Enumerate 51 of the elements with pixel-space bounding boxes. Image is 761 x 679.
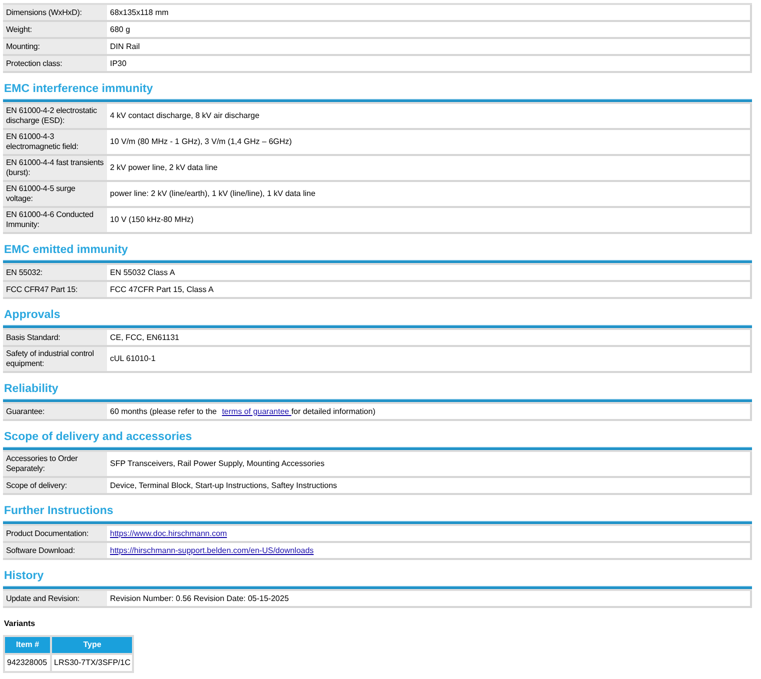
spec-value: 10 V (150 kHz-80 MHz) [110, 215, 194, 225]
spec-value: CE, FCC, EN61131 [110, 332, 180, 342]
spec-label: EN 61000-4-5 surge voltage: [3, 182, 107, 206]
spec-label: Product Documentation: [3, 526, 107, 541]
spec-label: Weight: [3, 22, 107, 37]
section-heading: EMC interference immunity [3, 82, 154, 96]
spec-label: EN 61000-4-3 electromagnetic field: [3, 130, 107, 154]
spec-label: Update and Revision: [3, 591, 107, 606]
spec-value: 68x135x118 mm [110, 8, 169, 18]
spec-value: 2 kV power line, 2 kV data line [110, 163, 218, 173]
spec-label: Protection class: [3, 56, 107, 71]
spec-label: EN 61000-4-4 fast transients (burst): [3, 156, 107, 180]
table-cell: 942328005 [4, 654, 51, 672]
spec-value: Revision Number: 0.56 Revision Date: 05-15-2025 [110, 594, 289, 604]
spec-value: 680 g [110, 24, 130, 34]
spec-label: FCC CFR47 Part 15: [3, 282, 107, 297]
section-heading: EMC emitted immunity [3, 243, 129, 257]
spec-label: Basis Standard: [3, 330, 107, 345]
column-header: Item # [4, 636, 51, 654]
spec-label: Dimensions (WxHxD): [3, 5, 107, 20]
section-heading: Further Instructions [3, 504, 114, 518]
spec-value: 60 months (please refer to the terms of guarantee for detailed information) [110, 406, 376, 416]
guarantee-link[interactable]: terms of guarantee [222, 406, 292, 416]
spec-label: Scope of delivery: [3, 478, 107, 493]
section-heading: Reliability [3, 382, 60, 396]
spec-label: Accessories to Order Separately: [3, 452, 107, 476]
spec-label: EN 55032: [3, 265, 107, 280]
spec-value: IP30 [110, 58, 126, 68]
spec-value: SFP Transceivers, Rail Power Supply, Mounting Accessories [110, 459, 324, 469]
spec-label: Software Download: [3, 543, 107, 558]
spec-value: DIN Rail [110, 42, 140, 52]
spec-value: FCC 47CFR Part 15, Class A [110, 284, 214, 294]
spec-value: 4 kV contact discharge, 8 kV air discharge [110, 111, 260, 121]
spec-value: EN 55032 Class A [110, 268, 175, 278]
spec-value: 10 V/m (80 MHz - 1 GHz), 3 V/m (1,4 GHz – 6GHz) [110, 137, 292, 147]
link[interactable]: https://www.doc.hirschmann.com [110, 528, 227, 538]
variants-title: Variants [3, 618, 36, 630]
spec-label: Safety of industrial control equipment: [3, 347, 107, 371]
spec-label: Guarantee: [3, 404, 107, 419]
section-heading: Scope of delivery and accessories [3, 430, 193, 444]
spec-label: EN 61000-4-6 Conducted Immunity: [3, 208, 107, 232]
section-heading: History [3, 569, 45, 583]
spec-value: power line: 2 kV (line/earth), 1 kV (line/line), 1 kV data line [110, 189, 316, 199]
section-heading: Approvals [3, 308, 62, 322]
link[interactable]: https://hirschmann-support.belden.com/en-US/downloads [110, 546, 314, 556]
spec-value: Device, Terminal Block, Start-up Instructions, Saftey Instructions [110, 480, 338, 490]
spec-label: Mounting: [3, 39, 107, 54]
spec-value: cUL 61010-1 [110, 354, 156, 364]
spec-label: EN 61000-4-2 electrostatic discharge (ESD): [3, 104, 107, 128]
table-cell: LRS30-7TX/3SFP/1C [51, 654, 134, 672]
column-header: Type [51, 636, 134, 654]
